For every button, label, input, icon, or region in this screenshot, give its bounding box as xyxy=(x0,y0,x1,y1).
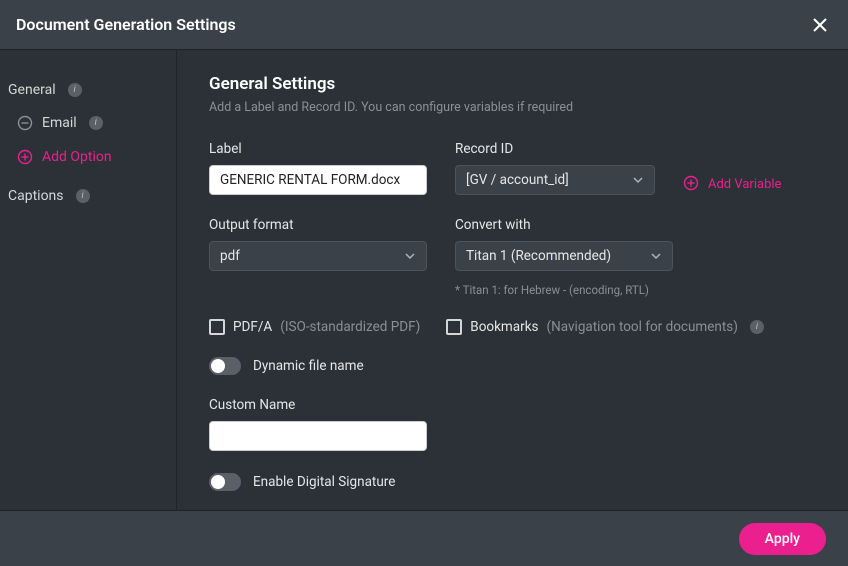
chevron-down-icon xyxy=(650,250,662,262)
dynamic-filename-toggle[interactable] xyxy=(209,357,241,375)
minus-circle-icon xyxy=(16,114,34,132)
sidebar-item-label: Add Option xyxy=(42,149,112,165)
bookmarks-checkbox-row: Bookmarks (Navigation tool for documents… xyxy=(446,319,764,335)
section-heading: General Settings xyxy=(209,74,816,94)
custom-name-label: Custom Name xyxy=(209,397,427,413)
label-input[interactable] xyxy=(209,165,427,195)
info-icon: i xyxy=(89,116,103,130)
record-id-label: Record ID xyxy=(455,141,655,157)
info-icon: i xyxy=(68,83,82,97)
close-icon xyxy=(812,17,828,33)
pdfa-checkbox-row: PDF/A (ISO-standardized PDF) xyxy=(209,319,420,335)
convert-with-note: * Titan 1: for Hebrew - (encoding, RTL) xyxy=(455,283,673,297)
plus-circle-icon xyxy=(16,148,34,166)
plus-circle-icon xyxy=(683,175,701,193)
pdfa-sublabel: (ISO-standardized PDF) xyxy=(280,319,420,335)
record-id-value: [GV / account_id] xyxy=(466,172,569,188)
sidebar-item-label: Email xyxy=(42,115,77,131)
bookmarks-label: Bookmarks xyxy=(470,319,538,335)
label-field-label: Label xyxy=(209,141,427,157)
digital-signature-label: Enable Digital Signature xyxy=(253,474,395,490)
info-icon: i xyxy=(750,320,764,334)
dialog-footer: Apply xyxy=(0,510,848,566)
digital-signature-toggle[interactable] xyxy=(209,473,241,491)
sidebar-item-general[interactable]: General i xyxy=(8,74,176,106)
sidebar-item-captions[interactable]: Captions i xyxy=(8,180,176,212)
bookmarks-sublabel: (Navigation tool for documents) xyxy=(547,319,738,335)
record-id-select[interactable]: [GV / account_id] xyxy=(455,165,655,195)
convert-with-value: Titan 1 (Recommended) xyxy=(466,248,611,264)
output-format-label: Output format xyxy=(209,217,427,233)
section-hint: Add a Label and Record ID. You can confi… xyxy=(209,100,816,115)
pdfa-label: PDF/A xyxy=(233,319,272,335)
sidebar-item-email[interactable]: Email i xyxy=(8,106,176,140)
chevron-down-icon xyxy=(632,174,644,186)
convert-with-label: Convert with xyxy=(455,217,673,233)
add-variable-button[interactable]: Add Variable xyxy=(683,153,781,193)
main-panel: General Settings Add a Label and Record … xyxy=(177,50,848,510)
dynamic-filename-label: Dynamic file name xyxy=(253,358,364,374)
sidebar: General i Email i Add Option Captions i xyxy=(0,50,177,510)
sidebar-item-add-option[interactable]: Add Option xyxy=(8,140,176,174)
sidebar-item-label: Captions xyxy=(8,188,64,204)
convert-with-select[interactable]: Titan 1 (Recommended) xyxy=(455,241,673,271)
info-icon: i xyxy=(76,189,90,203)
bookmarks-checkbox[interactable] xyxy=(446,319,462,335)
sidebar-item-label: General xyxy=(8,82,56,98)
dialog-title: Document Generation Settings xyxy=(16,15,236,34)
chevron-down-icon xyxy=(404,250,416,262)
custom-name-input[interactable] xyxy=(209,421,427,451)
output-format-value: pdf xyxy=(220,248,240,264)
apply-button[interactable]: Apply xyxy=(739,523,826,555)
pdfa-checkbox[interactable] xyxy=(209,319,225,335)
output-format-select[interactable]: pdf xyxy=(209,241,427,271)
close-button[interactable] xyxy=(808,13,832,37)
dialog-header: Document Generation Settings xyxy=(0,0,848,50)
add-variable-label: Add Variable xyxy=(708,177,781,192)
